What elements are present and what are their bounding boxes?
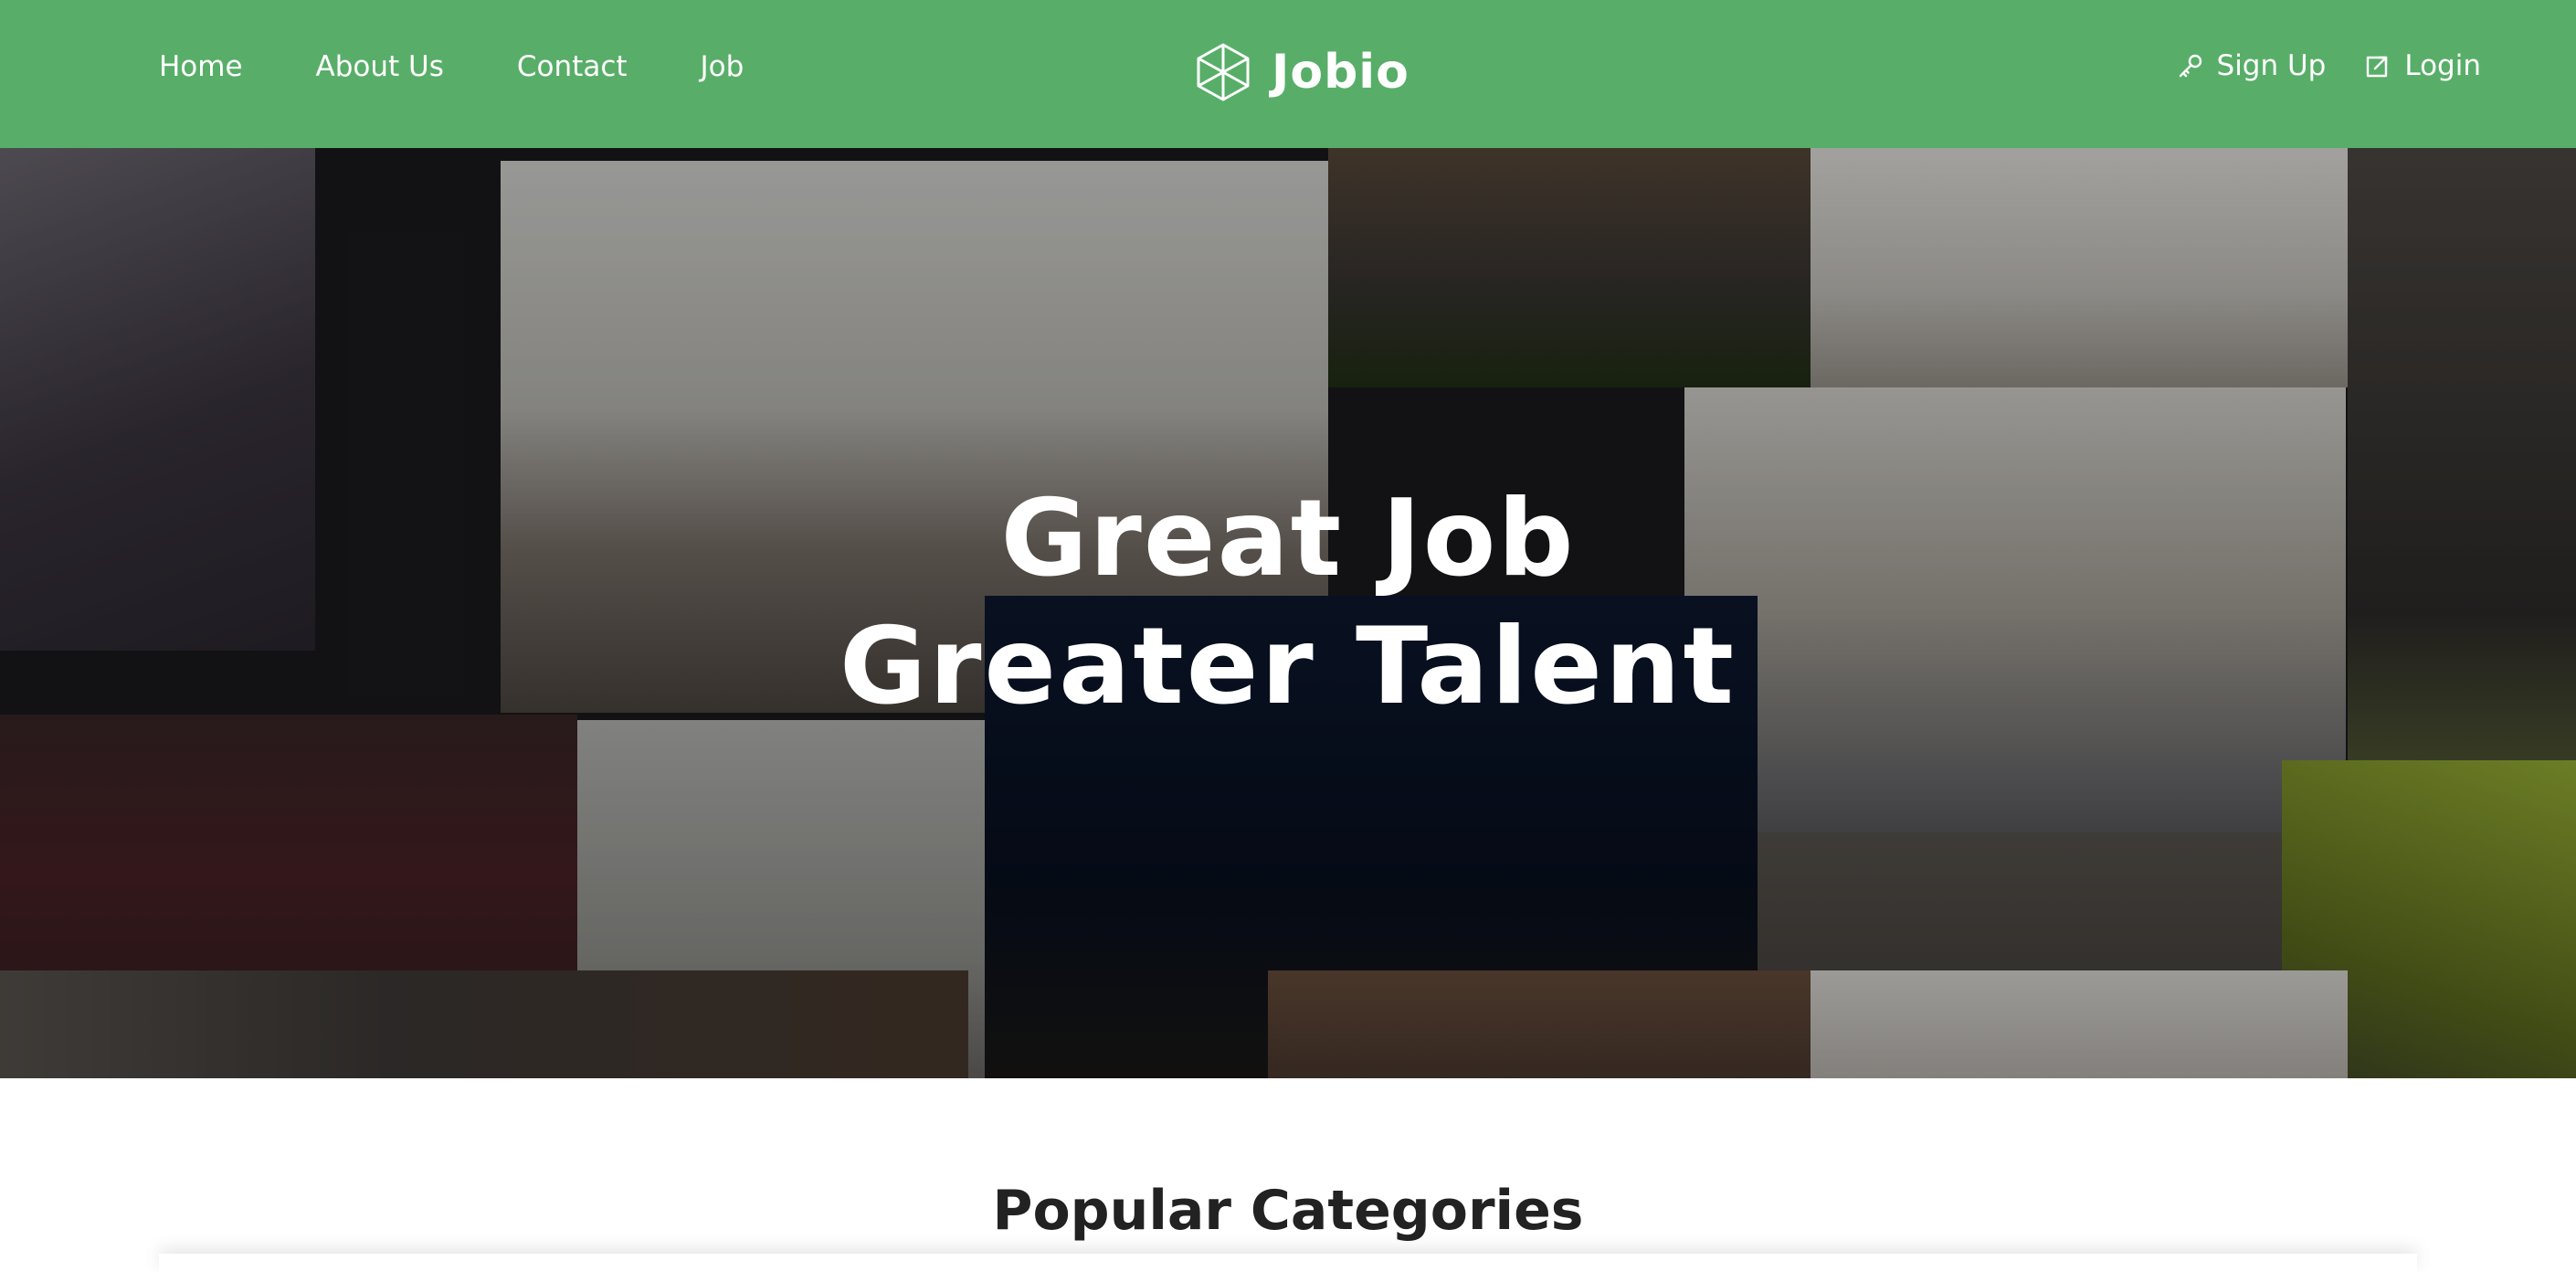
hero-subtitle: Greater Talent	[839, 605, 1737, 728]
popular-categories-heading: Popular Categories	[992, 1179, 1584, 1243]
popular-categories-section: Popular Categories	[0, 1078, 2576, 1272]
nav-job-link[interactable]: Job	[701, 50, 744, 83]
key-icon	[2179, 54, 2201, 78]
brand-logo-link[interactable]: Jobio	[1195, 38, 1409, 106]
login-label: Login	[2404, 49, 2481, 82]
signup-link[interactable]: Sign Up	[2177, 49, 2327, 82]
nav-home-link[interactable]: Home	[159, 50, 243, 83]
auth-links: Sign Up Login	[2177, 0, 2481, 132]
top-navbar: Home About Us Contact Job Jobio Sign Up …	[0, 0, 2576, 148]
categories-card-top-edge	[159, 1254, 2417, 1272]
nav-about-us-link[interactable]: About Us	[316, 50, 444, 83]
cube-logo-icon	[1197, 43, 1250, 101]
brand-name: Jobio	[1272, 45, 1409, 100]
hero-title: Great Job	[1000, 477, 1576, 600]
nav-contact-link[interactable]: Contact	[517, 50, 628, 83]
login-link[interactable]: Login	[2364, 49, 2481, 82]
hero-banner: Great Job Greater Talent	[0, 148, 2576, 1078]
main-nav: Home About Us Contact Job	[159, 0, 744, 133]
signup-label: Sign Up	[2216, 49, 2327, 82]
external-link-icon	[2367, 56, 2388, 78]
